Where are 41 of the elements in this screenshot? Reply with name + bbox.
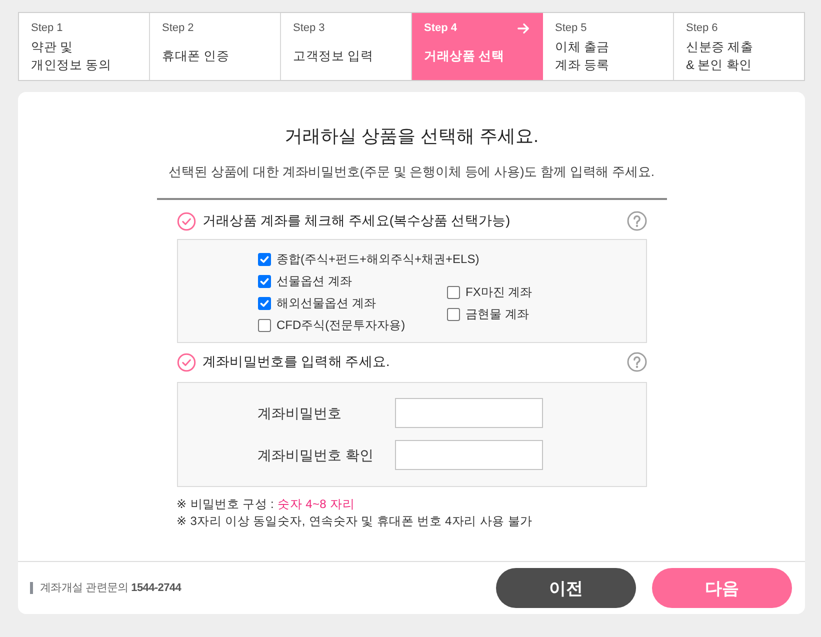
previous-button[interactable]: 이전 [496,568,636,608]
note-text: ※ 비밀번호 구성 : 숫자 4~8 자리 [176,496,356,513]
step-number: Step 2 [162,21,194,35]
checkbox-label: 해외선물옵션 계좌 [276,295,376,311]
page-title: 거래하실 상품을 선택해 주세요. [284,125,538,148]
step-title: 이체 출금 계좌 등록 [555,39,610,74]
contact-text: 계좌개설 관련문의 1544-2744 [30,582,182,594]
checkbox[interactable] [258,318,270,332]
help-icon[interactable] [626,211,646,231]
field-label: 계좌비밀번호 확인 [258,446,374,465]
check-circle-icon [176,352,196,372]
checkbox-label: 금현물 계좌 [466,306,529,322]
note-text: ※ 3자리 이상 동일숫자, 연속숫자 및 휴대폰 번호 4자리 사용 불가 [176,513,534,530]
step-number: Step 6 [686,21,718,35]
checkbox-label: FX마진 계좌 [466,284,532,300]
checkbox-label: CFD주식(전문투자자용) [276,317,406,333]
password-field[interactable] [394,398,542,428]
arrow-right-icon [517,22,530,34]
checkbox-label: 종합(주식+펀드+해외주식+채권+ELS) [276,251,480,267]
checkbox[interactable] [258,274,270,288]
check-circle-icon [176,212,196,230]
step-number: Step 4 [424,21,458,35]
checkbox-label: 선물옵션 계좌 [276,273,352,289]
step-title: 신분증 제출 & 본인 확인 [686,39,754,74]
step-title: 약관 및 개인정보 동의 [31,39,112,74]
help-icon[interactable] [626,352,646,372]
page-subtitle: 선택된 상품에 대한 계좌비밀번호(주문 및 은행이체 등에 사용)도 함께 입력해 주세요. [168,163,654,181]
step-number: Step 3 [293,21,325,35]
section-title: 거래상품 계좌를 체크해 주세요(복수상품 선택가능) [202,212,510,230]
checkbox[interactable] [446,286,460,298]
step-title: 거래상품 선택 [424,48,504,65]
step-number: Step 5 [555,21,587,35]
step-title: 휴대폰 인증 [162,48,230,65]
field-label: 계좌비밀번호 [258,404,342,423]
checkbox[interactable] [446,308,460,320]
checkbox[interactable] [258,296,270,310]
step-number: Step 1 [31,21,63,35]
checkbox[interactable] [258,252,270,266]
section-title: 계좌비밀번호를 입력해 주세요. [202,353,390,371]
step-title: 고객정보 입력 [293,48,374,65]
password-field[interactable] [394,440,542,470]
